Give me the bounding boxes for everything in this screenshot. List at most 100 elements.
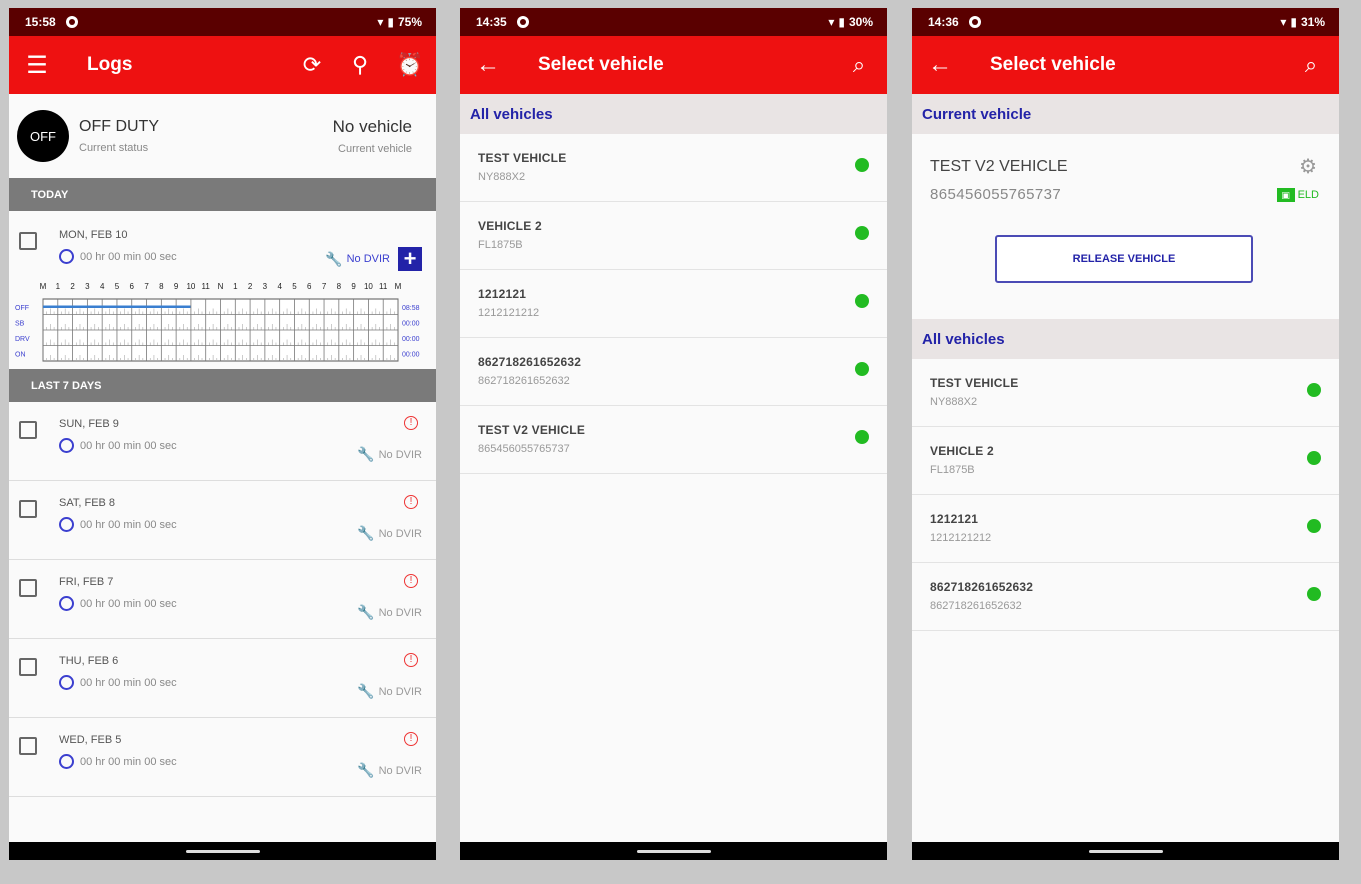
today-log-card[interactable]: MON, FEB 10 00 hr 00 min 00 sec 🔧 No DVIR…	[9, 211, 436, 369]
vehicle-list: TEST VEHICLE NY888X2 VEHICLE 2 FL1875B 12121…	[460, 134, 887, 474]
graph-hour-label: 9	[351, 282, 356, 291]
eld-label: ELD	[1297, 189, 1319, 201]
day-log-item[interactable]: THU, FEB 6 00 hr 00 min 00 sec! 🔧 No DVIR	[9, 639, 436, 718]
all-vehicles-header: All vehicles	[912, 319, 1339, 359]
graph-hour-label: M	[395, 282, 402, 291]
graph-row-total: 00:00	[402, 351, 420, 358]
vehicle-name: TEST VEHICLE	[478, 151, 567, 165]
search-icon[interactable]: ⌕	[1299, 52, 1323, 78]
day-log-item[interactable]: SAT, FEB 8 00 hr 00 min 00 sec! 🔧 No DVIR	[9, 481, 436, 560]
day-checkbox[interactable]	[19, 421, 37, 439]
day-dvir[interactable]: 🔧 No DVIR	[357, 525, 422, 542]
graph-hour-label: 10	[186, 282, 195, 291]
all-vehicles-header: All vehicles	[460, 94, 887, 134]
release-vehicle-button[interactable]: RELEASE VEHICLE	[995, 235, 1253, 283]
graph-hour-label: 7	[322, 282, 327, 291]
wifi-icon: ▾	[1280, 15, 1287, 29]
vehicle-item[interactable]: 862718261652632 862718261652632	[460, 338, 887, 406]
day-log-item[interactable]: WED, FEB 5 00 hr 00 min 00 sec! 🔧 No DVIR	[9, 718, 436, 797]
vehicle-item[interactable]: 1212121 1212121212	[460, 270, 887, 338]
graph-hour-label: 6	[307, 282, 312, 291]
graph-hour-label: 2	[70, 282, 75, 291]
graph-hour-label: N	[218, 282, 224, 291]
warning-icon: !	[404, 416, 418, 430]
vehicle-item[interactable]: 862718261652632 862718261652632	[912, 563, 1339, 631]
online-status-dot	[855, 430, 869, 444]
vehicle-item[interactable]: VEHICLE 2 FL1875B	[912, 427, 1339, 495]
logs-screen: 15:58 ▾ ▮ 75% ☰ Logs ⟳ ⚲ ⏰ OFF OFF DUTY Cu…	[9, 8, 436, 860]
day-dvir[interactable]: 🔧 No DVIR	[357, 762, 422, 779]
home-handle[interactable]	[1088, 849, 1163, 853]
vehicle-item[interactable]: 1212121 1212121212	[912, 495, 1339, 563]
vehicle-item[interactable]: VEHICLE 2 FL1875B	[460, 202, 887, 270]
page-title: Logs	[87, 54, 133, 75]
warning-icon: !	[404, 574, 418, 588]
graph-hour-label: 7	[144, 282, 149, 291]
status-time: 14:36	[928, 15, 959, 29]
online-status-dot	[1307, 383, 1321, 397]
today-checkbox[interactable]	[19, 232, 37, 250]
clock-icon	[59, 517, 74, 532]
add-dvir-button[interactable]: +	[398, 247, 422, 271]
day-date: SAT, FEB 8	[59, 497, 116, 509]
day-dvir[interactable]: 🔧 No DVIR	[357, 604, 422, 621]
location-pin-icon[interactable]: ⚲	[348, 52, 372, 78]
graph-hour-label: 2	[248, 282, 253, 291]
warning-icon: !	[404, 495, 418, 509]
gear-icon[interactable]: ⚙	[1299, 154, 1317, 179]
select-vehicle-current-screen: 14:36 ▾ ▮ 31% ← Select vehicle ⌕ Current v…	[912, 8, 1339, 860]
vehicle-item[interactable]: TEST VEHICLE NY888X2	[912, 359, 1339, 427]
menu-icon[interactable]: ☰	[25, 51, 49, 80]
warning-icon: !	[404, 653, 418, 667]
graph-hour-label: 3	[263, 282, 268, 291]
vehicle-list: TEST VEHICLE NY888X2 VEHICLE 2 FL1875B 12121…	[912, 359, 1339, 631]
home-handle[interactable]	[636, 849, 711, 853]
days-list: SUN, FEB 9 00 hr 00 min 00 sec! 🔧 No DVIR SA…	[9, 402, 436, 797]
graph-hour-label: 5	[292, 282, 297, 291]
graph-hour-label: 11	[379, 282, 388, 291]
navigation-bar	[460, 842, 887, 860]
vehicle-item[interactable]: TEST V2 VEHICLE 865456055765737	[460, 406, 887, 474]
app-toolbar: ← Select vehicle ⌕	[912, 36, 1339, 94]
wrench-icon: 🔧	[357, 762, 375, 778]
alarm-clock-icon[interactable]: ⏰	[396, 52, 423, 78]
vehicle-plate: 1212121212	[478, 307, 540, 319]
notification-icon	[516, 16, 529, 28]
sync-icon[interactable]: ⟳	[300, 52, 324, 78]
dvir-label: No DVIR	[378, 685, 422, 698]
arrow-back-icon[interactable]: ←	[928, 51, 952, 79]
vehicle-name: TEST VEHICLE	[930, 376, 1019, 390]
day-duration: 00 hr 00 min 00 sec	[80, 518, 177, 531]
graph-hour-label: 8	[159, 282, 164, 291]
arrow-back-icon[interactable]: ←	[476, 51, 500, 79]
graph-hour-label: 1	[56, 282, 61, 291]
day-checkbox[interactable]	[19, 579, 37, 597]
day-log-item[interactable]: FRI, FEB 7 00 hr 00 min 00 sec! 🔧 No DVIR	[9, 560, 436, 639]
home-handle[interactable]	[185, 849, 260, 853]
graph-hour-label: 1	[233, 282, 238, 291]
graph-hour-label: 4	[100, 282, 105, 291]
today-dvir[interactable]: No DVIR	[347, 253, 390, 265]
graph-row-total: 00:00	[402, 320, 420, 327]
day-checkbox[interactable]	[19, 737, 37, 755]
search-icon[interactable]: ⌕	[847, 52, 871, 78]
vehicle-item[interactable]: TEST VEHICLE NY888X2	[460, 134, 887, 202]
warning-icon: !	[404, 732, 418, 746]
day-dvir[interactable]: 🔧 No DVIR	[357, 446, 422, 463]
graph-hour-label: 3	[85, 282, 90, 291]
current-status-row[interactable]: OFF OFF DUTY Current status No vehicle C…	[9, 94, 436, 178]
day-checkbox[interactable]	[19, 658, 37, 676]
online-status-dot	[855, 158, 869, 172]
vehicle-plate: FL1875B	[478, 239, 523, 251]
day-dvir[interactable]: 🔧 No DVIR	[357, 683, 422, 700]
vehicle-name: 1212121	[478, 287, 527, 301]
vehicle-plate: 1212121212	[930, 532, 992, 544]
day-checkbox[interactable]	[19, 500, 37, 518]
clock-icon	[59, 249, 74, 264]
day-log-item[interactable]: SUN, FEB 9 00 hr 00 min 00 sec! 🔧 No DVIR	[9, 402, 436, 481]
graph-hour-label: 8	[337, 282, 342, 291]
graph-row-label: ON	[15, 351, 26, 358]
today-date: MON, FEB 10	[59, 229, 128, 241]
wifi-icon: ▾	[377, 15, 384, 29]
day-duration: 00 hr 00 min 00 sec	[80, 676, 177, 689]
